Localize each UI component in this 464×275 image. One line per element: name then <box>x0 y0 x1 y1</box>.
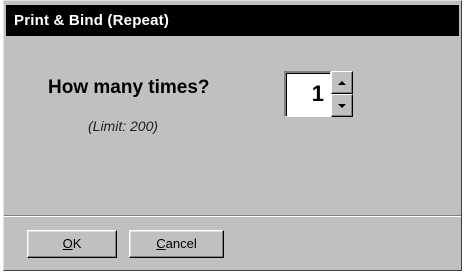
repeat-count-question: How many times? <box>48 77 210 98</box>
ok-button[interactable]: OK <box>27 230 117 258</box>
cancel-label-rest: ancel <box>165 236 197 251</box>
print-bind-repeat-dialog: Print & Bind (Repeat) How many times? (L… <box>3 0 462 271</box>
dialog-title: Print & Bind (Repeat) <box>6 5 459 36</box>
ok-accelerator: O <box>62 236 73 251</box>
spin-down-button[interactable] <box>331 94 353 117</box>
cancel-accelerator: C <box>156 236 166 251</box>
spin-up-arrow-icon <box>338 80 346 85</box>
spin-up-button[interactable] <box>331 71 353 94</box>
limit-note: (Limit: 200) <box>88 118 159 134</box>
repeat-count-input[interactable]: 1 <box>284 71 331 117</box>
ok-label-rest: K <box>72 236 82 251</box>
cancel-button[interactable]: Cancel <box>129 230 224 258</box>
spin-down-arrow-icon <box>338 103 346 108</box>
button-separator <box>4 215 461 217</box>
